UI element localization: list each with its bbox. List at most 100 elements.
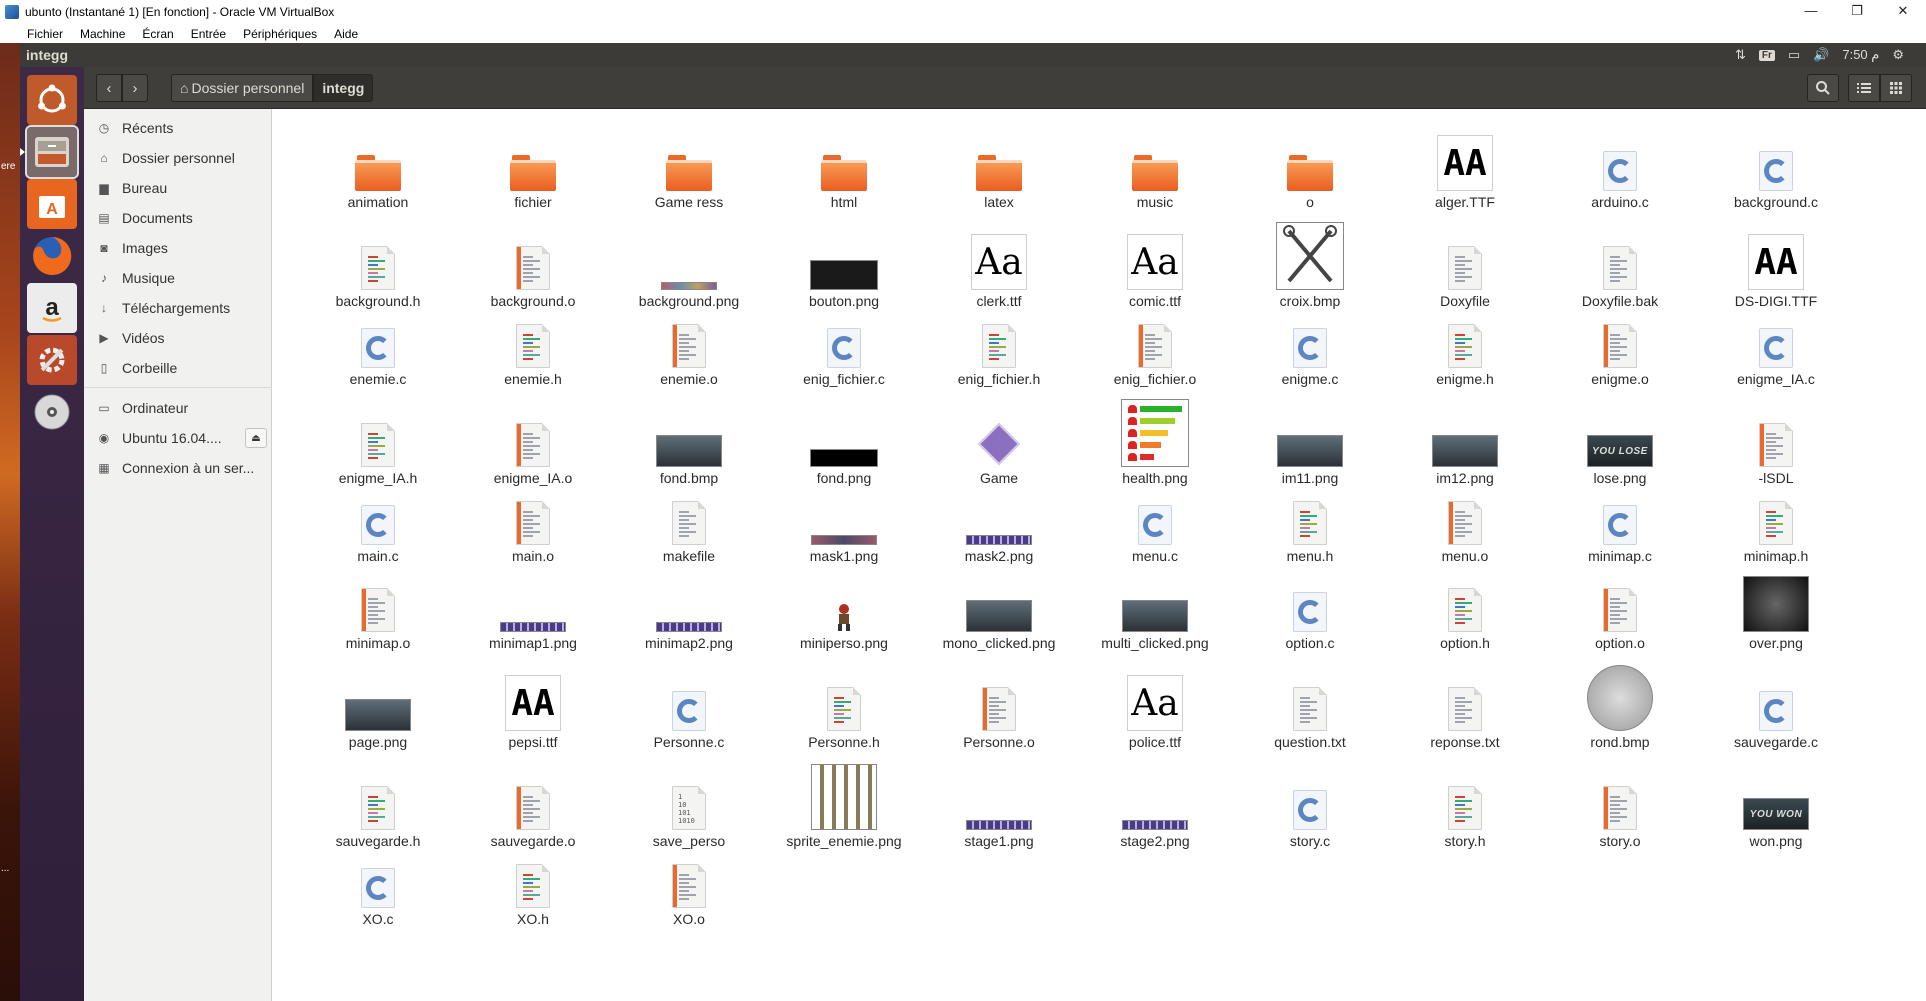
network-transfer-icon[interactable]: ⇅ bbox=[1735, 47, 1746, 63]
file-item[interactable]: story.c bbox=[1235, 770, 1385, 850]
file-item[interactable]: mono_clicked.png bbox=[924, 572, 1074, 652]
file-item[interactable]: enemie.h bbox=[458, 308, 608, 388]
menu-peripheriques[interactable]: Périphériques bbox=[243, 27, 317, 41]
grid-view-button[interactable] bbox=[1880, 74, 1912, 102]
file-item[interactable]: 1 10 101 1010 save_perso bbox=[614, 770, 764, 850]
menu-fichier[interactable]: Fichier bbox=[27, 27, 63, 41]
file-item[interactable]: sauvegarde.c bbox=[1701, 671, 1851, 751]
file-item[interactable]: health.png bbox=[1080, 399, 1230, 487]
launcher-amazon-button[interactable]: a bbox=[27, 283, 77, 333]
search-button[interactable] bbox=[1807, 74, 1839, 102]
menu-entree[interactable]: Entrée bbox=[191, 27, 226, 41]
sidebar-item[interactable]: ▯ Corbeille bbox=[84, 355, 272, 381]
breadcrumb-home[interactable]: ⌂ Dossier personnel bbox=[171, 74, 314, 102]
battery-icon[interactable]: ▭ bbox=[1788, 47, 1800, 63]
file-item[interactable]: Game ress bbox=[614, 131, 764, 211]
file-item[interactable]: option.c bbox=[1235, 572, 1385, 652]
file-item[interactable]: stage1.png bbox=[924, 770, 1074, 850]
file-item[interactable]: o bbox=[1235, 131, 1385, 211]
file-item[interactable]: minimap1.png bbox=[458, 572, 608, 652]
launcher-dvd-button[interactable] bbox=[27, 387, 77, 437]
file-item[interactable]: croix.bmp bbox=[1235, 222, 1385, 310]
sidebar-item[interactable]: ♪ Musique bbox=[84, 265, 272, 291]
launcher-ubuntu-button[interactable] bbox=[27, 75, 77, 125]
list-view-button[interactable] bbox=[1848, 74, 1880, 102]
file-item[interactable]: option.o bbox=[1545, 572, 1695, 652]
launcher-files-button[interactable] bbox=[20, 125, 79, 179]
file-item[interactable]: Doxyfile bbox=[1390, 230, 1540, 310]
file-item[interactable]: bouton.png bbox=[769, 230, 919, 310]
file-item[interactable]: YOU LOSE lose.png bbox=[1545, 407, 1695, 487]
file-item[interactable]: minimap2.png bbox=[614, 572, 764, 652]
file-item[interactable]: enigme_IA.o bbox=[458, 407, 608, 487]
file-item[interactable]: XO.o bbox=[614, 848, 764, 928]
file-item[interactable]: enigme.h bbox=[1390, 308, 1540, 388]
file-item[interactable]: arduino.c bbox=[1545, 131, 1695, 211]
file-item[interactable]: background.o bbox=[458, 230, 608, 310]
close-button[interactable]: ✕ bbox=[1880, 0, 1926, 24]
file-item[interactable]: reponse.txt bbox=[1390, 671, 1540, 751]
file-item[interactable]: sauvegarde.h bbox=[303, 770, 453, 850]
file-item[interactable]: html bbox=[769, 131, 919, 211]
file-item[interactable]: background.c bbox=[1701, 131, 1851, 211]
file-item[interactable]: rond.bmp bbox=[1545, 665, 1695, 751]
file-item[interactable]: Aa police.ttf bbox=[1080, 671, 1230, 751]
file-item[interactable]: over.png bbox=[1701, 572, 1851, 652]
file-item[interactable]: main.o bbox=[458, 485, 608, 565]
file-item[interactable]: sprite_enemie.png bbox=[769, 764, 919, 850]
file-item[interactable]: mask1.png bbox=[769, 485, 919, 565]
file-item[interactable]: enigme.o bbox=[1545, 308, 1695, 388]
file-item[interactable]: Aa clerk.ttf bbox=[924, 230, 1074, 310]
file-item[interactable]: fond.bmp bbox=[614, 407, 764, 487]
file-item[interactable]: enemie.o bbox=[614, 308, 764, 388]
file-item[interactable]: enigme_IA.h bbox=[303, 407, 453, 487]
file-item[interactable]: background.png bbox=[614, 230, 764, 310]
file-item[interactable]: minimap.c bbox=[1545, 485, 1695, 565]
file-item[interactable]: im12.png bbox=[1390, 407, 1540, 487]
clock[interactable]: 7:50 م bbox=[1842, 47, 1879, 63]
file-item[interactable]: music bbox=[1080, 131, 1230, 211]
file-item[interactable]: im11.png bbox=[1235, 407, 1385, 487]
file-item[interactable]: menu.o bbox=[1390, 485, 1540, 565]
keyboard-layout-indicator[interactable]: Fr bbox=[1758, 49, 1775, 61]
volume-icon[interactable]: 🔊 bbox=[1813, 47, 1829, 63]
file-item[interactable]: AA alger.TTF bbox=[1390, 131, 1540, 211]
eject-button[interactable]: ⏏ bbox=[245, 428, 267, 448]
file-item[interactable]: -lSDL bbox=[1701, 407, 1851, 487]
file-item[interactable]: Personne.o bbox=[924, 671, 1074, 751]
forward-button[interactable]: › bbox=[122, 74, 148, 102]
file-item[interactable]: sauvegarde.o bbox=[458, 770, 608, 850]
file-item[interactable]: multi_clicked.png bbox=[1080, 572, 1230, 652]
file-item[interactable]: Doxyfile.bak bbox=[1545, 230, 1695, 310]
file-item[interactable]: Personne.h bbox=[769, 671, 919, 751]
restore-button[interactable]: ❐ bbox=[1834, 0, 1880, 24]
file-item[interactable]: animation bbox=[303, 131, 453, 211]
file-item[interactable]: Aa comic.ttf bbox=[1080, 230, 1230, 310]
file-item[interactable]: Personne.c bbox=[614, 671, 764, 751]
launcher-settings-button[interactable] bbox=[27, 335, 77, 385]
file-item[interactable]: XO.c bbox=[303, 848, 453, 928]
launcher-software-button[interactable]: A bbox=[27, 179, 77, 229]
file-item[interactable]: question.txt bbox=[1235, 671, 1385, 751]
file-item[interactable]: miniperso.png bbox=[769, 572, 919, 652]
file-item[interactable]: stage2.png bbox=[1080, 770, 1230, 850]
sidebar-item[interactable]: ▤ Documents bbox=[84, 205, 272, 231]
menu-ecran[interactable]: Écran bbox=[142, 27, 173, 41]
sidebar-item[interactable]: ▦ Connexion à un ser... bbox=[84, 455, 272, 481]
back-button[interactable]: ‹ bbox=[96, 74, 122, 102]
sidebar-item[interactable]: ▭ Ordinateur bbox=[84, 395, 272, 421]
file-item[interactable]: mask2.png bbox=[924, 485, 1074, 565]
file-item[interactable]: menu.c bbox=[1080, 485, 1230, 565]
minimize-button[interactable]: — bbox=[1788, 0, 1834, 24]
file-item[interactable]: fond.png bbox=[769, 407, 919, 487]
sidebar-item[interactable]: ▶ Vidéos bbox=[84, 325, 272, 351]
sidebar-item[interactable]: ◉ Ubuntu 16.04.... ⏏ bbox=[84, 425, 272, 451]
file-item[interactable]: enig_fichier.o bbox=[1080, 308, 1230, 388]
file-item[interactable]: background.h bbox=[303, 230, 453, 310]
breadcrumb-current[interactable]: integg bbox=[313, 74, 374, 102]
file-item[interactable]: fichier bbox=[458, 131, 608, 211]
file-item[interactable]: AA DS-DIGI.TTF bbox=[1701, 230, 1851, 310]
menu-machine[interactable]: Machine bbox=[80, 27, 125, 41]
sidebar-item[interactable]: ⌂ Dossier personnel bbox=[84, 145, 272, 171]
file-item[interactable]: enemie.c bbox=[303, 308, 453, 388]
